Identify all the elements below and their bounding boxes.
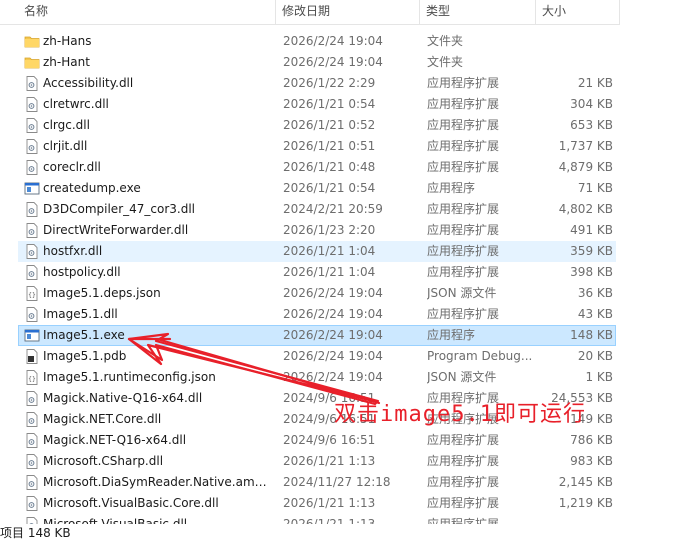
annotation-arrow-icon — [127, 332, 381, 406]
annotation-text: 双击image5.1即可运行 — [334, 402, 586, 427]
